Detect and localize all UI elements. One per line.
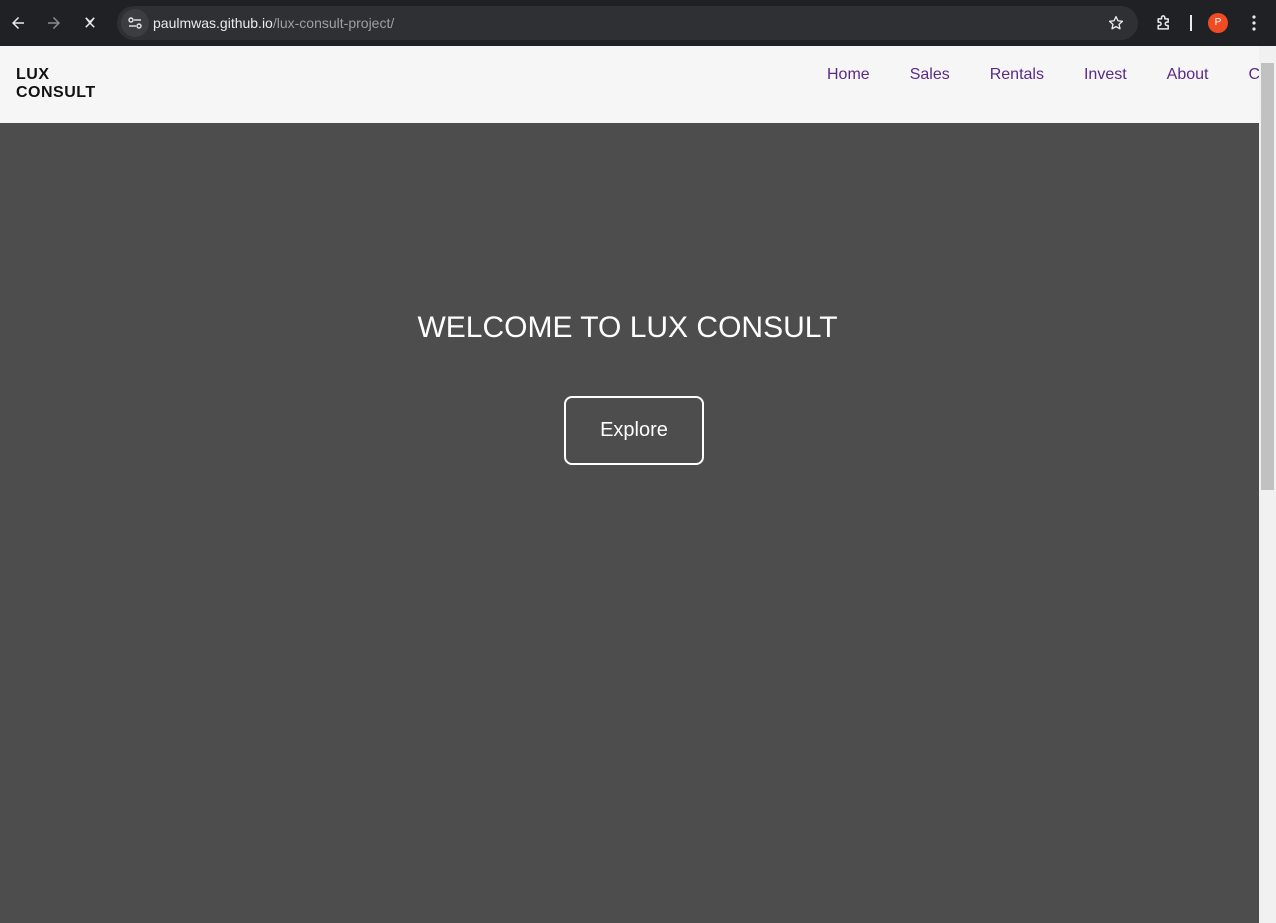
site-settings-icon [128,17,142,29]
stop-loading-button[interactable] [76,9,104,37]
forward-button[interactable] [40,9,68,37]
hero-title: WELCOME TO LUX CONSULT [417,311,838,344]
scrollbar-thumb[interactable] [1261,63,1274,490]
page-viewport: LUX CONSULT Home Sales Rentals Invest Ab… [0,46,1276,923]
toolbar-divider [1190,15,1192,31]
url-text[interactable]: paulmwas.github.io/lux-consult-project/ [153,6,394,40]
site-info-button[interactable] [121,9,149,37]
close-icon [85,17,95,28]
url-host: paulmwas.github.io [153,15,273,31]
brand-line-2: CONSULT [16,84,96,101]
explore-button[interactable]: Explore [564,396,704,465]
brand-line-1: LUX [16,66,50,83]
nav-link-rentals[interactable]: Rentals [990,66,1044,84]
nav-link-sales[interactable]: Sales [910,66,950,84]
header-clip: LUX CONSULT Home Sales Rentals Invest Ab… [0,46,1259,123]
bookmark-button[interactable] [1104,11,1128,35]
page-scrollbar[interactable] [1259,46,1276,923]
nav-link-invest[interactable]: Invest [1084,66,1127,84]
nav-link-home[interactable]: Home [827,66,870,84]
kebab-menu-icon [1252,15,1256,31]
back-arrow-icon [12,17,24,29]
hero-section: WELCOME TO LUX CONSULT Explore [0,123,1259,923]
extensions-button[interactable] [1152,11,1176,35]
browser-toolbar: paulmwas.github.io/lux-consult-project/ … [0,0,1276,46]
main-nav: Home Sales Rentals Invest About C [827,66,1259,84]
nav-link-contact[interactable]: C [1248,66,1259,84]
nav-link-about[interactable]: About [1167,66,1209,84]
url-path: /lux-consult-project/ [272,15,395,31]
forward-arrow-icon [48,17,60,29]
puzzle-icon [1157,15,1169,30]
brand-logo[interactable]: LUX CONSULT [16,66,116,102]
star-icon [1108,15,1124,30]
back-button[interactable] [4,9,32,37]
site-header: LUX CONSULT Home Sales Rentals Invest Ab… [0,46,1259,123]
profile-avatar[interactable]: P [1208,13,1228,33]
address-bar[interactable]: paulmwas.github.io/lux-consult-project/ [117,6,1138,40]
browser-menu-button[interactable] [1244,11,1264,35]
